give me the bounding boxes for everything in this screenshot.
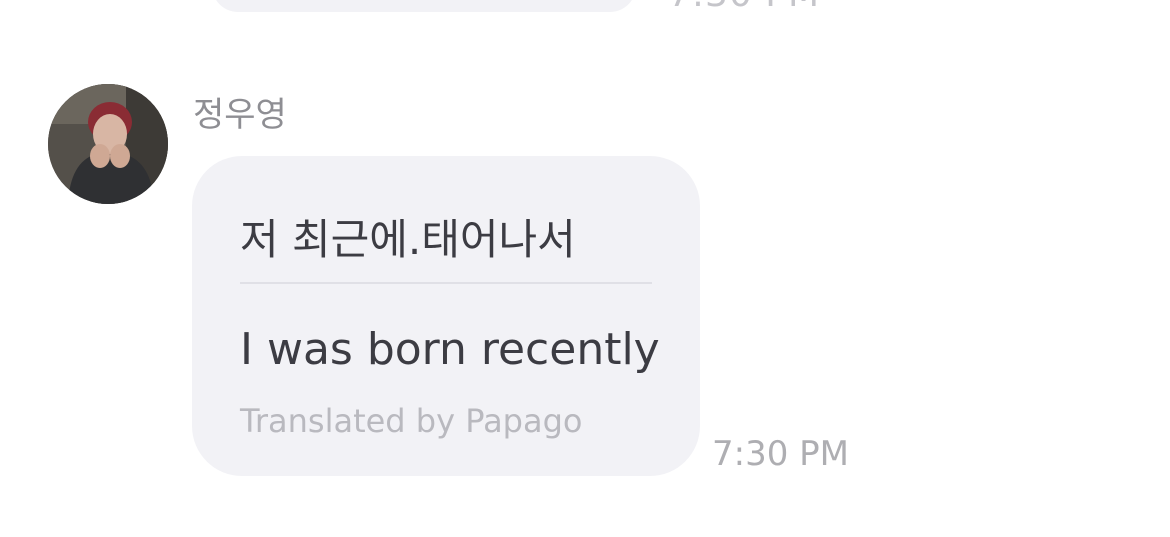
avatar[interactable] [48,84,168,204]
previous-message-bubble[interactable] [212,0,636,12]
original-text: 저 최근에.태어나서 [240,215,576,264]
translation-credit: Translated by Papago [240,402,583,440]
avatar-photo [48,84,168,204]
sender-name: 정우영 [193,95,287,135]
translated-text: I was born recently [240,324,660,375]
message-timestamp: 7:30 PM [712,434,849,474]
previous-message-timestamp: 7:30 PM [668,0,820,15]
message-bubble[interactable]: 저 최근에.태어나서 I was born recently Translate… [192,156,700,476]
translation-divider [240,282,652,284]
